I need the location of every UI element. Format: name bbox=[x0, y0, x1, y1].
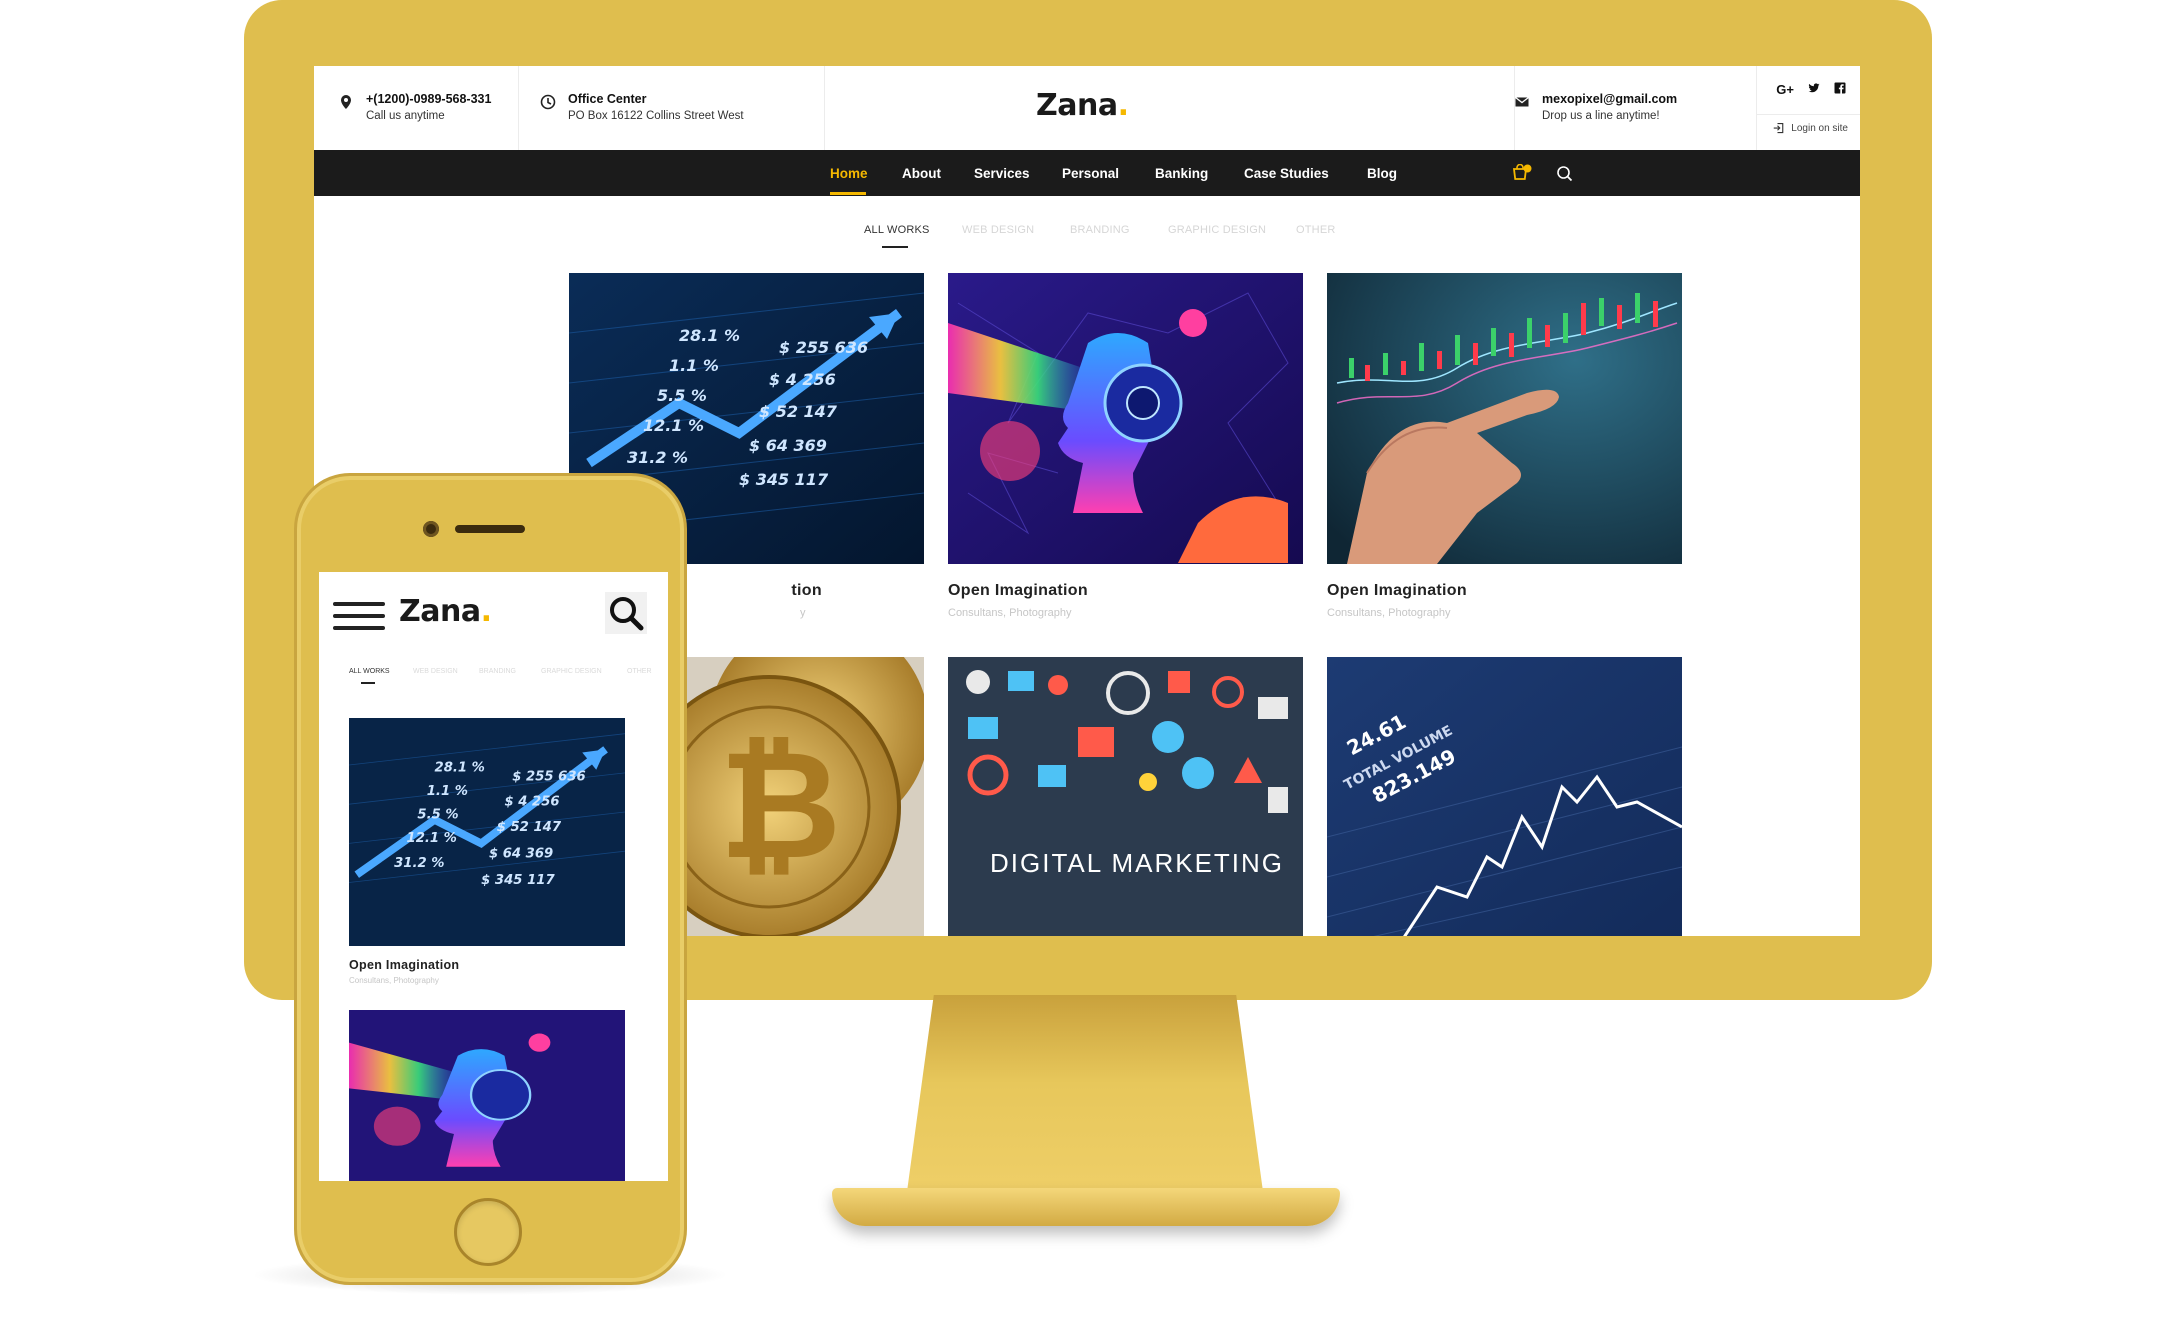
svg-text:5.5 %: 5.5 % bbox=[417, 807, 458, 822]
svg-text:$ 255 636: $ 255 636 bbox=[779, 338, 868, 357]
svg-text:31.2 %: 31.2 % bbox=[627, 448, 688, 467]
header-email[interactable]: mexopixel@gmail.com Drop us a line anyti… bbox=[1514, 92, 1677, 122]
header-divider bbox=[1756, 114, 1860, 115]
mobile-portfolio-item-title[interactable]: Open Imagination bbox=[349, 958, 459, 972]
header-office-address: PO Box 16122 Collins Street West bbox=[568, 110, 744, 122]
portfolio-image-neon-head[interactable] bbox=[948, 273, 1303, 564]
monitor-stand-neck bbox=[905, 995, 1265, 1207]
login-icon bbox=[1774, 122, 1784, 134]
mobile-portfolio-image-neon-head[interactable] bbox=[349, 1010, 625, 1181]
svg-text:$ 4 256: $ 4 256 bbox=[504, 795, 559, 810]
header-phone[interactable]: +(1200)-0989-568-331 Call us anytime bbox=[338, 92, 491, 122]
portfolio-image-digital-marketing[interactable]: DIGITAL MARKETING bbox=[948, 657, 1303, 936]
svg-text:$ 345 117: $ 345 117 bbox=[739, 470, 829, 489]
header-divider bbox=[518, 66, 519, 150]
login-link[interactable]: Login on site bbox=[1773, 122, 1848, 134]
clock-icon bbox=[540, 94, 556, 110]
svg-text:28.1 %: 28.1 % bbox=[435, 760, 485, 775]
filter-graphic-design[interactable]: GRAPHIC DESIGN bbox=[1168, 224, 1266, 236]
portfolio-item-title[interactable]: Open Imagination bbox=[1327, 582, 1467, 600]
login-label[interactable]: Login on site bbox=[1791, 123, 1848, 134]
portfolio-item-title[interactable]: Open Imagination bbox=[682, 582, 822, 600]
svg-text:1.1 %: 1.1 % bbox=[669, 356, 719, 375]
envelope-icon bbox=[1515, 96, 1529, 107]
portfolio-item-title[interactable]: Open Imagination bbox=[948, 582, 1088, 600]
mobile-filter-branding[interactable]: BRANDING bbox=[479, 668, 516, 675]
header-phone-caption: Call us anytime bbox=[366, 110, 445, 122]
header-phone-number[interactable]: +(1200)-0989-568-331 bbox=[366, 92, 491, 106]
header-divider bbox=[1756, 66, 1757, 150]
header-office: Office Center PO Box 16122 Collins Stree… bbox=[540, 92, 744, 122]
svg-text:₿: ₿ bbox=[719, 719, 841, 893]
hamburger-menu-icon[interactable] bbox=[333, 598, 385, 632]
filter-branding[interactable]: BRANDING bbox=[1070, 224, 1130, 236]
nav-personal[interactable]: Personal bbox=[1062, 166, 1119, 181]
nav-case-studies[interactable]: Case Studies bbox=[1244, 166, 1329, 181]
portfolio-item-subtitle: Consultans, Photography bbox=[800, 607, 806, 619]
mobile-website-screen: Zana. ALL WORKS WEB DESIGN BRANDING GRAP… bbox=[319, 572, 668, 1181]
mobile-filter-graphic-design[interactable]: GRAPHIC DESIGN bbox=[541, 668, 602, 675]
svg-text:$ 64 369: $ 64 369 bbox=[489, 846, 553, 861]
header-email-address[interactable]: mexopixel@gmail.com bbox=[1542, 92, 1677, 106]
nav-home[interactable]: Home bbox=[830, 166, 868, 181]
logo-dot: . bbox=[1117, 88, 1129, 123]
portfolio-item-subtitle: Consultans, Photography bbox=[948, 607, 1072, 619]
facebook-icon[interactable] bbox=[1834, 82, 1846, 97]
portfolio-image-volume-chart[interactable]: 24.61 TOTAL VOLUME 823.149 bbox=[1327, 657, 1682, 936]
svg-text:$ 64 369: $ 64 369 bbox=[749, 436, 827, 455]
main-navigation: Home About Services Personal Banking Cas… bbox=[314, 150, 1860, 196]
mobile-filter-other[interactable]: OTHER bbox=[627, 668, 652, 675]
svg-text:5.5 %: 5.5 % bbox=[657, 386, 707, 405]
phone-camera bbox=[423, 521, 439, 537]
search-icon[interactable] bbox=[1556, 165, 1573, 187]
portfolio-image-hand-chart[interactable] bbox=[1327, 273, 1682, 564]
site-header: +(1200)-0989-568-331 Call us anytime Off… bbox=[314, 66, 1860, 150]
phone-home-button[interactable] bbox=[454, 1198, 522, 1266]
filter-active-indicator bbox=[882, 246, 908, 248]
mobile-portfolio-item-subtitle: Consultans, Photography bbox=[349, 976, 439, 985]
logo-text: Zana bbox=[1036, 88, 1118, 123]
filter-web-design[interactable]: WEB DESIGN bbox=[962, 224, 1034, 236]
mobile-site-logo[interactable]: Zana. bbox=[399, 594, 492, 629]
mobile-filter-all-works[interactable]: ALL WORKS bbox=[349, 668, 390, 675]
cart-icon[interactable] bbox=[1512, 163, 1532, 187]
digital-marketing-text: DIGITAL MARKETING bbox=[990, 848, 1284, 878]
location-pin-icon bbox=[341, 95, 351, 109]
svg-text:$ 4 256: $ 4 256 bbox=[769, 370, 836, 389]
social-links: G+ bbox=[1776, 82, 1846, 97]
nav-banking[interactable]: Banking bbox=[1155, 166, 1208, 181]
twitter-icon[interactable] bbox=[1808, 82, 1820, 97]
mobile-portfolio-image-stock-market[interactable]: 28.1 % 1.1 % 5.5 % 12.1 % 31.2 % $ 255 636 $ … bbox=[349, 718, 625, 946]
nav-active-indicator bbox=[830, 192, 866, 195]
nav-blog[interactable]: Blog bbox=[1367, 166, 1397, 181]
svg-text:$ 255 636: $ 255 636 bbox=[512, 770, 585, 785]
mobile-logo-text: Zana bbox=[399, 594, 481, 629]
header-divider bbox=[824, 66, 825, 150]
svg-text:12.1 %: 12.1 % bbox=[407, 831, 457, 846]
header-email-caption: Drop us a line anytime! bbox=[1542, 110, 1660, 122]
svg-text:28.1 %: 28.1 % bbox=[679, 326, 740, 345]
header-office-title: Office Center bbox=[568, 92, 647, 106]
filter-all-works[interactable]: ALL WORKS bbox=[864, 224, 930, 236]
svg-text:$ 345 117: $ 345 117 bbox=[481, 873, 555, 888]
mobile-search-icon[interactable] bbox=[605, 592, 647, 634]
svg-text:$ 52 147: $ 52 147 bbox=[759, 402, 838, 421]
svg-text:1.1 %: 1.1 % bbox=[427, 784, 468, 799]
google-plus-icon[interactable]: G+ bbox=[1776, 82, 1794, 97]
monitor-stand-base bbox=[832, 1188, 1340, 1226]
mobile-filter-web-design[interactable]: WEB DESIGN bbox=[413, 668, 458, 675]
svg-text:31.2 %: 31.2 % bbox=[394, 856, 444, 871]
portfolio-item-subtitle: Consultans, Photography bbox=[1327, 607, 1451, 619]
mobile-logo-dot: . bbox=[480, 594, 492, 629]
phone-frame: Zana. ALL WORKS WEB DESIGN BRANDING GRAP… bbox=[294, 473, 687, 1285]
phone-speaker bbox=[455, 525, 525, 533]
svg-text:$ 52 147: $ 52 147 bbox=[497, 820, 562, 835]
svg-text:12.1 %: 12.1 % bbox=[643, 416, 704, 435]
nav-about[interactable]: About bbox=[902, 166, 941, 181]
nav-services[interactable]: Services bbox=[974, 166, 1030, 181]
site-logo[interactable]: Zana. bbox=[1036, 88, 1129, 123]
mobile-filter-active-indicator bbox=[361, 682, 375, 684]
filter-other[interactable]: OTHER bbox=[1296, 224, 1336, 236]
